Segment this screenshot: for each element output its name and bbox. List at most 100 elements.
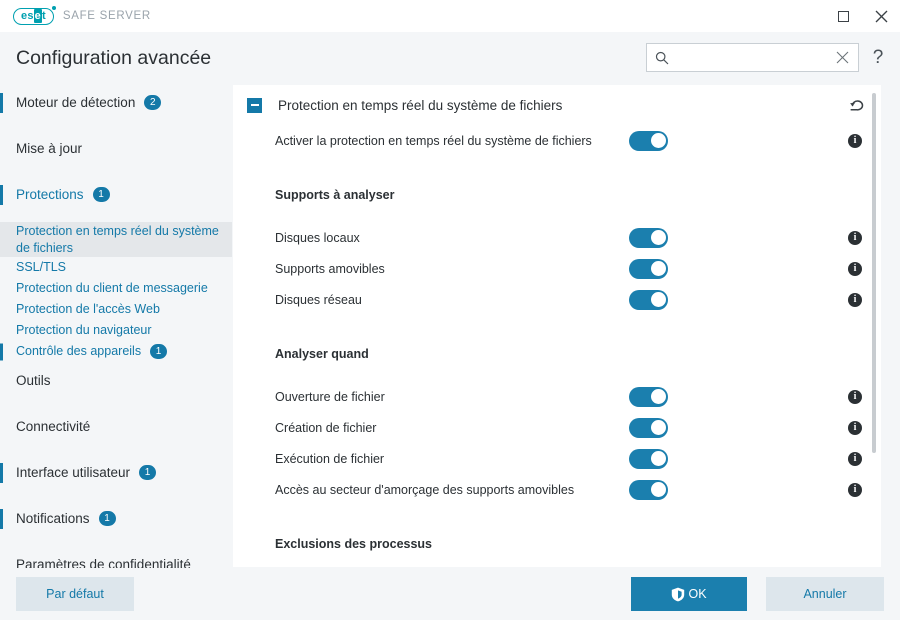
search-icon: [655, 51, 669, 65]
clear-search-icon[interactable]: [836, 51, 849, 64]
info-icon[interactable]: i: [848, 261, 862, 276]
setting-label: Exécution de fichier: [275, 451, 385, 466]
info-icon[interactable]: i: [848, 230, 862, 245]
close-icon: [875, 10, 887, 22]
setting-toggle[interactable]: [629, 448, 668, 469]
sidebar-item-interface-utilisateur[interactable]: Interface utilisateur 1: [0, 454, 232, 491]
setting-label: Disques locaux: [275, 230, 360, 245]
info-icon[interactable]: i: [848, 133, 862, 148]
sidebar-item-label: Protection du client de messagerie: [16, 281, 208, 296]
close-button[interactable]: [862, 0, 900, 32]
content-scrollbar[interactable]: [869, 85, 879, 567]
scrollbar-thumb[interactable]: [872, 93, 876, 453]
sidebar-item-ssl-tls[interactable]: SSL/TLS: [0, 257, 232, 278]
help-button[interactable]: ?: [870, 47, 886, 69]
sidebar-item-mise-jour[interactable]: Mise à jour: [0, 130, 232, 167]
info-glyph: i: [853, 483, 857, 495]
setting-row: Accès au secteur d'amorçage des supports…: [233, 474, 881, 505]
group-label: Exclusions des processus: [275, 537, 433, 551]
search-box[interactable]: [646, 43, 859, 72]
revert-button[interactable]: [848, 96, 865, 118]
sidebar-item-protections[interactable]: Protections 1: [0, 176, 232, 213]
sidebar-item-label: Mise à jour: [16, 141, 83, 156]
setting-row: Exécution de fichier i: [233, 443, 881, 474]
setting-row: Création de fichier i: [233, 412, 881, 443]
setting-toggle[interactable]: [629, 130, 668, 151]
setting-label: Accès au secteur d'amorçage des supports…: [275, 482, 575, 497]
section-title: Protection en temps réel du système de f…: [278, 97, 563, 113]
sidebar-item-outils[interactable]: Outils: [0, 362, 232, 399]
sidebar-item-protection-en-temps-r-el-du-syst-me-de-fichiers[interactable]: Protection en temps réel du système de f…: [0, 222, 232, 257]
toggle-knob: [650, 420, 666, 435]
group-inner-spacer: [233, 206, 881, 222]
registered-mark-icon: [51, 5, 56, 10]
sidebar-item-param-tres-de-confidentialit[interactable]: Paramètres de confidentialité: [0, 546, 232, 568]
info-icon[interactable]: i: [848, 292, 862, 307]
sidebar-navigation: Moteur de détection 2 Mise à jour Protectio…: [0, 84, 232, 568]
info-icon[interactable]: i: [848, 389, 862, 404]
maximize-icon: [837, 10, 849, 22]
info-icon[interactable]: i: [848, 420, 862, 435]
info-icon[interactable]: i: [848, 482, 862, 497]
setting-row: Disques locaux i: [233, 222, 881, 253]
setting-toggle[interactable]: [629, 258, 668, 279]
footer-bar: Par défaut OK Annuler: [0, 568, 900, 620]
sidebar-item-label: Protection de l'accès Web: [16, 302, 160, 317]
setting-label: Activer la protection en temps réel du s…: [275, 133, 592, 148]
setting-toggle[interactable]: [629, 417, 668, 438]
eset-advanced-setup-window: eset SAFE SERVER Configuration avancée ?…: [0, 0, 900, 620]
setting-label: Supports amovibles: [275, 261, 385, 276]
shield-icon: [672, 587, 685, 601]
sidebar-item-connectivit[interactable]: Connectivité: [0, 408, 232, 445]
setting-toggle[interactable]: [629, 289, 668, 310]
sidebar-item-contr-le-des-appareils[interactable]: Contrôle des appareils 1: [0, 341, 232, 362]
sidebar-item-label: Moteur de détection: [16, 95, 136, 110]
active-indicator: [0, 184, 3, 205]
search-input[interactable]: [669, 50, 836, 65]
sidebar-item-label: Contrôle des appareils: [16, 344, 142, 359]
sidebar-item-moteur-de-d-tection[interactable]: Moteur de détection 2: [0, 84, 232, 121]
sidebar-item-protection-de-l-acc-s-web[interactable]: Protection de l'accès Web: [0, 299, 232, 320]
setting-toggle[interactable]: [629, 479, 668, 500]
info-glyph: i: [853, 421, 857, 433]
toggle-knob: [650, 230, 666, 245]
header-actions: ?: [646, 43, 886, 72]
sidebar-item-notifications[interactable]: Notifications 1: [0, 500, 232, 537]
sidebar-item-label: Outils: [16, 373, 51, 388]
sidebar-item-label: Interface utilisateur: [16, 465, 131, 480]
sidebar-item-badge: 2: [144, 95, 162, 110]
sidebar-item-protection-du-client-de-messagerie[interactable]: Protection du client de messagerie: [0, 278, 232, 299]
sidebar-item-badge: 1: [139, 465, 157, 480]
info-glyph: i: [853, 452, 857, 464]
sidebar-item-label: SSL/TLS: [16, 260, 67, 275]
toggle-knob: [650, 389, 666, 404]
minus-icon: [250, 104, 259, 106]
info-glyph: i: [853, 390, 857, 402]
setting-toggle[interactable]: [629, 227, 668, 248]
info-glyph: i: [853, 293, 857, 305]
collapse-section-button[interactable]: [247, 97, 262, 113]
cancel-button[interactable]: Annuler: [766, 577, 884, 611]
setting-toggle[interactable]: [629, 386, 668, 407]
undo-arrow-icon: [850, 100, 864, 111]
default-button[interactable]: Par défaut: [16, 577, 134, 611]
ok-button[interactable]: OK: [631, 577, 747, 611]
sidebar-item-label: Protections: [16, 187, 84, 202]
maximize-button[interactable]: [824, 0, 862, 32]
sidebar-item-label: Notifications: [16, 511, 90, 526]
eset-logo-mark: eset: [13, 5, 56, 25]
page-title: Configuration avancée: [16, 46, 212, 69]
eset-logo-left: es: [21, 9, 34, 22]
info-icon[interactable]: i: [848, 451, 862, 466]
sidebar-item-protection-du-navigateur[interactable]: Protection du navigateur: [0, 320, 232, 341]
sidebar-item-badge: 1: [98, 511, 116, 526]
active-indicator: [0, 462, 3, 483]
sidebar-item-badge: 1: [150, 344, 168, 359]
